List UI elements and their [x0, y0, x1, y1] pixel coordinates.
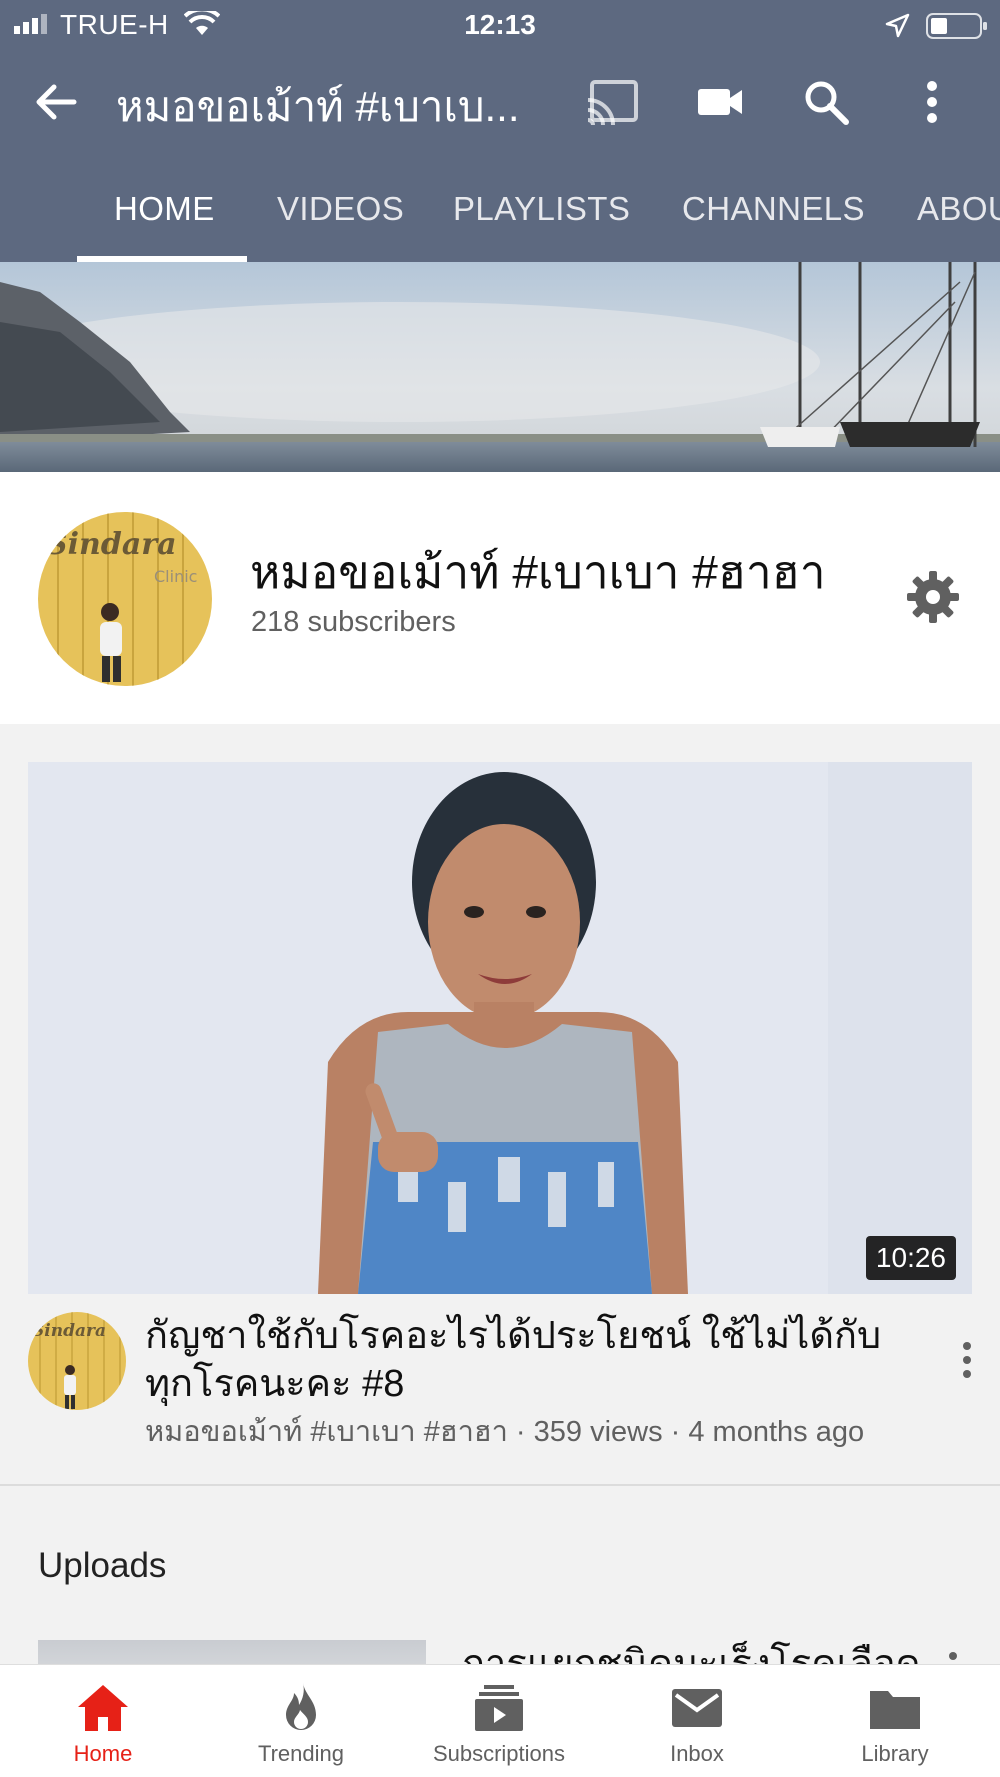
svg-text:Sindara: Sindara [32, 1321, 106, 1341]
tab-channels[interactable]: CHANNELS [682, 190, 865, 228]
subscriber-count: 218 subscribers [251, 606, 456, 638]
mail-icon [672, 1689, 722, 1727]
status-bar: TRUE-H 12:13 [0, 0, 1000, 50]
channel-tabs: HOME VIDEOS PLAYLISTS CHANNELS ABOU [0, 170, 1000, 262]
channel-avatar-image: Sindara Clinic [38, 512, 212, 686]
uploads-section: Uploads การแยกชนิดมะเร็งโรคเลือด [0, 1486, 1000, 1666]
nav-library-label: Library [861, 1741, 929, 1766]
flame-icon [286, 1683, 316, 1730]
settings-gear-icon[interactable] [904, 568, 962, 626]
nav-home[interactable]: Home [3, 1665, 203, 1777]
tab-playlists[interactable]: PLAYLISTS [453, 190, 630, 228]
bottom-navigation: Home Trending Subscriptions Inbox Librar… [0, 1664, 1000, 1777]
channel-banner [0, 262, 1000, 472]
video-more-icon[interactable] [952, 1332, 982, 1388]
svg-text:Sindara: Sindara [46, 527, 177, 562]
nav-trending[interactable]: Trending [201, 1665, 401, 1777]
nav-trending-label: Trending [257, 1741, 344, 1766]
channel-avatar[interactable]: Sindara Clinic [38, 512, 212, 686]
nav-subscriptions[interactable]: Subscriptions [399, 1665, 599, 1777]
upload-title[interactable]: การแยกชนิดมะเร็งโรคเลือด [462, 1632, 920, 1666]
top-app-bar: TRUE-H 12:13 หมอขอเม้าท์ #เบาเบ... HOME … [0, 0, 1000, 262]
featured-video-title[interactable]: กัญชาใช้กับโรคอะไรได้ประโยชน์ ใช้ไม่ได้ก… [145, 1312, 925, 1408]
battery-icon [926, 13, 987, 39]
more-vert-icon[interactable] [904, 74, 960, 130]
nav-subscriptions-label: Subscriptions [432, 1741, 566, 1766]
app-bar: หมอขอเม้าท์ #เบาเบ... [0, 50, 1000, 154]
upload-more-icon[interactable] [938, 1644, 968, 1666]
channel-header: Sindara Clinic หมอขอเม้าท์ #เบาเบา #ฮาฮา… [0, 472, 1000, 724]
tab-home[interactable]: HOME [114, 190, 215, 228]
channel-name: หมอขอเม้าท์ #เบาเบา #ฮาฮา [250, 546, 826, 598]
video-channel-avatar[interactable]: Sindara [28, 1312, 126, 1410]
folder-icon [870, 1691, 920, 1729]
uploads-heading: Uploads [38, 1546, 167, 1585]
nav-inbox-label: Inbox [670, 1741, 724, 1766]
location-arrow-icon [885, 13, 910, 38]
tab-videos[interactable]: VIDEOS [277, 190, 404, 228]
subscriptions-icon [475, 1685, 523, 1731]
tab-about[interactable]: ABOU [917, 190, 1000, 228]
back-arrow-icon[interactable] [28, 74, 84, 130]
nav-home-label: Home [73, 1741, 133, 1766]
video-channel-avatar-image: Sindara [28, 1312, 126, 1410]
home-icon [78, 1685, 128, 1731]
nav-inbox[interactable]: Inbox [597, 1665, 797, 1777]
video-thumbnail-image [28, 762, 972, 1294]
search-icon[interactable] [798, 74, 854, 130]
cast-icon[interactable] [584, 74, 640, 130]
video-camera-icon[interactable] [692, 74, 748, 130]
upload-thumbnail[interactable] [38, 1640, 426, 1666]
app-bar-title: หมอขอเม้าท์ #เบาเบ... [116, 83, 520, 130]
video-duration: 10:26 [865, 1236, 956, 1280]
banner-image [0, 262, 1000, 472]
featured-video-meta: หมอขอเม้าท์ #เบาเบา #ฮาฮา · 359 views · … [145, 1416, 865, 1448]
svg-text:Clinic: Clinic [154, 567, 197, 586]
featured-video-section: 10:26 Sindara กัญชาใช้กับโรคอะไรได้ประโย… [0, 724, 1000, 1486]
status-time: 12:13 [464, 9, 536, 40]
featured-video-thumbnail[interactable]: 10:26 [28, 762, 972, 1294]
nav-library[interactable]: Library [795, 1665, 995, 1777]
